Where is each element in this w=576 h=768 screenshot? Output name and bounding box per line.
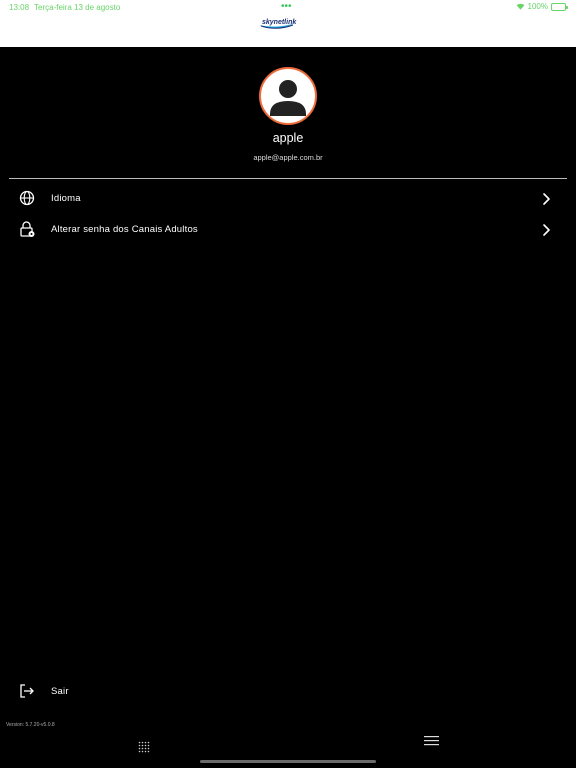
status-right: 100% [516, 2, 568, 11]
globe-icon [19, 190, 35, 206]
profile-name: apple [272, 131, 304, 145]
menu-item-label: Idioma [51, 193, 81, 204]
chevron-right-icon [543, 193, 550, 205]
user-avatar-icon [270, 80, 306, 116]
menu-item-alterar-senha[interactable]: Alterar senha dos Canais Adultos [0, 215, 576, 245]
multitasking-dots[interactable]: ••• [281, 1, 292, 12]
logout-button[interactable]: Sair [0, 680, 200, 702]
status-bar: 13:08 Terça-feira 13 de agosto ••• 100% … [0, 0, 576, 47]
app-logo: skynetlink [257, 16, 297, 32]
logout-icon [20, 684, 34, 698]
home-indicator[interactable] [200, 760, 376, 763]
status-date: Terça-feira 13 de agosto [34, 3, 121, 12]
lock-icon [20, 221, 35, 237]
battery-icon [551, 2, 568, 11]
avatar [259, 67, 317, 125]
battery-percent: 100% [527, 2, 548, 11]
grid-icon[interactable] [138, 741, 150, 753]
profile-email: apple@apple.com.br [253, 153, 323, 162]
hamburger-menu-icon[interactable] [424, 735, 439, 746]
chevron-right-icon [543, 224, 550, 236]
version-text: Version: 5.7.20-v5.0.8 [6, 722, 55, 728]
menu-item-idioma[interactable]: Idioma [0, 184, 576, 214]
wifi-icon [516, 3, 524, 10]
status-time: 13:08 [9, 3, 30, 12]
menu-item-label: Alterar senha dos Canais Adultos [51, 224, 198, 235]
logo-text: skynetlink [262, 19, 297, 26]
logout-label: Sair [51, 686, 69, 697]
divider [9, 178, 567, 179]
